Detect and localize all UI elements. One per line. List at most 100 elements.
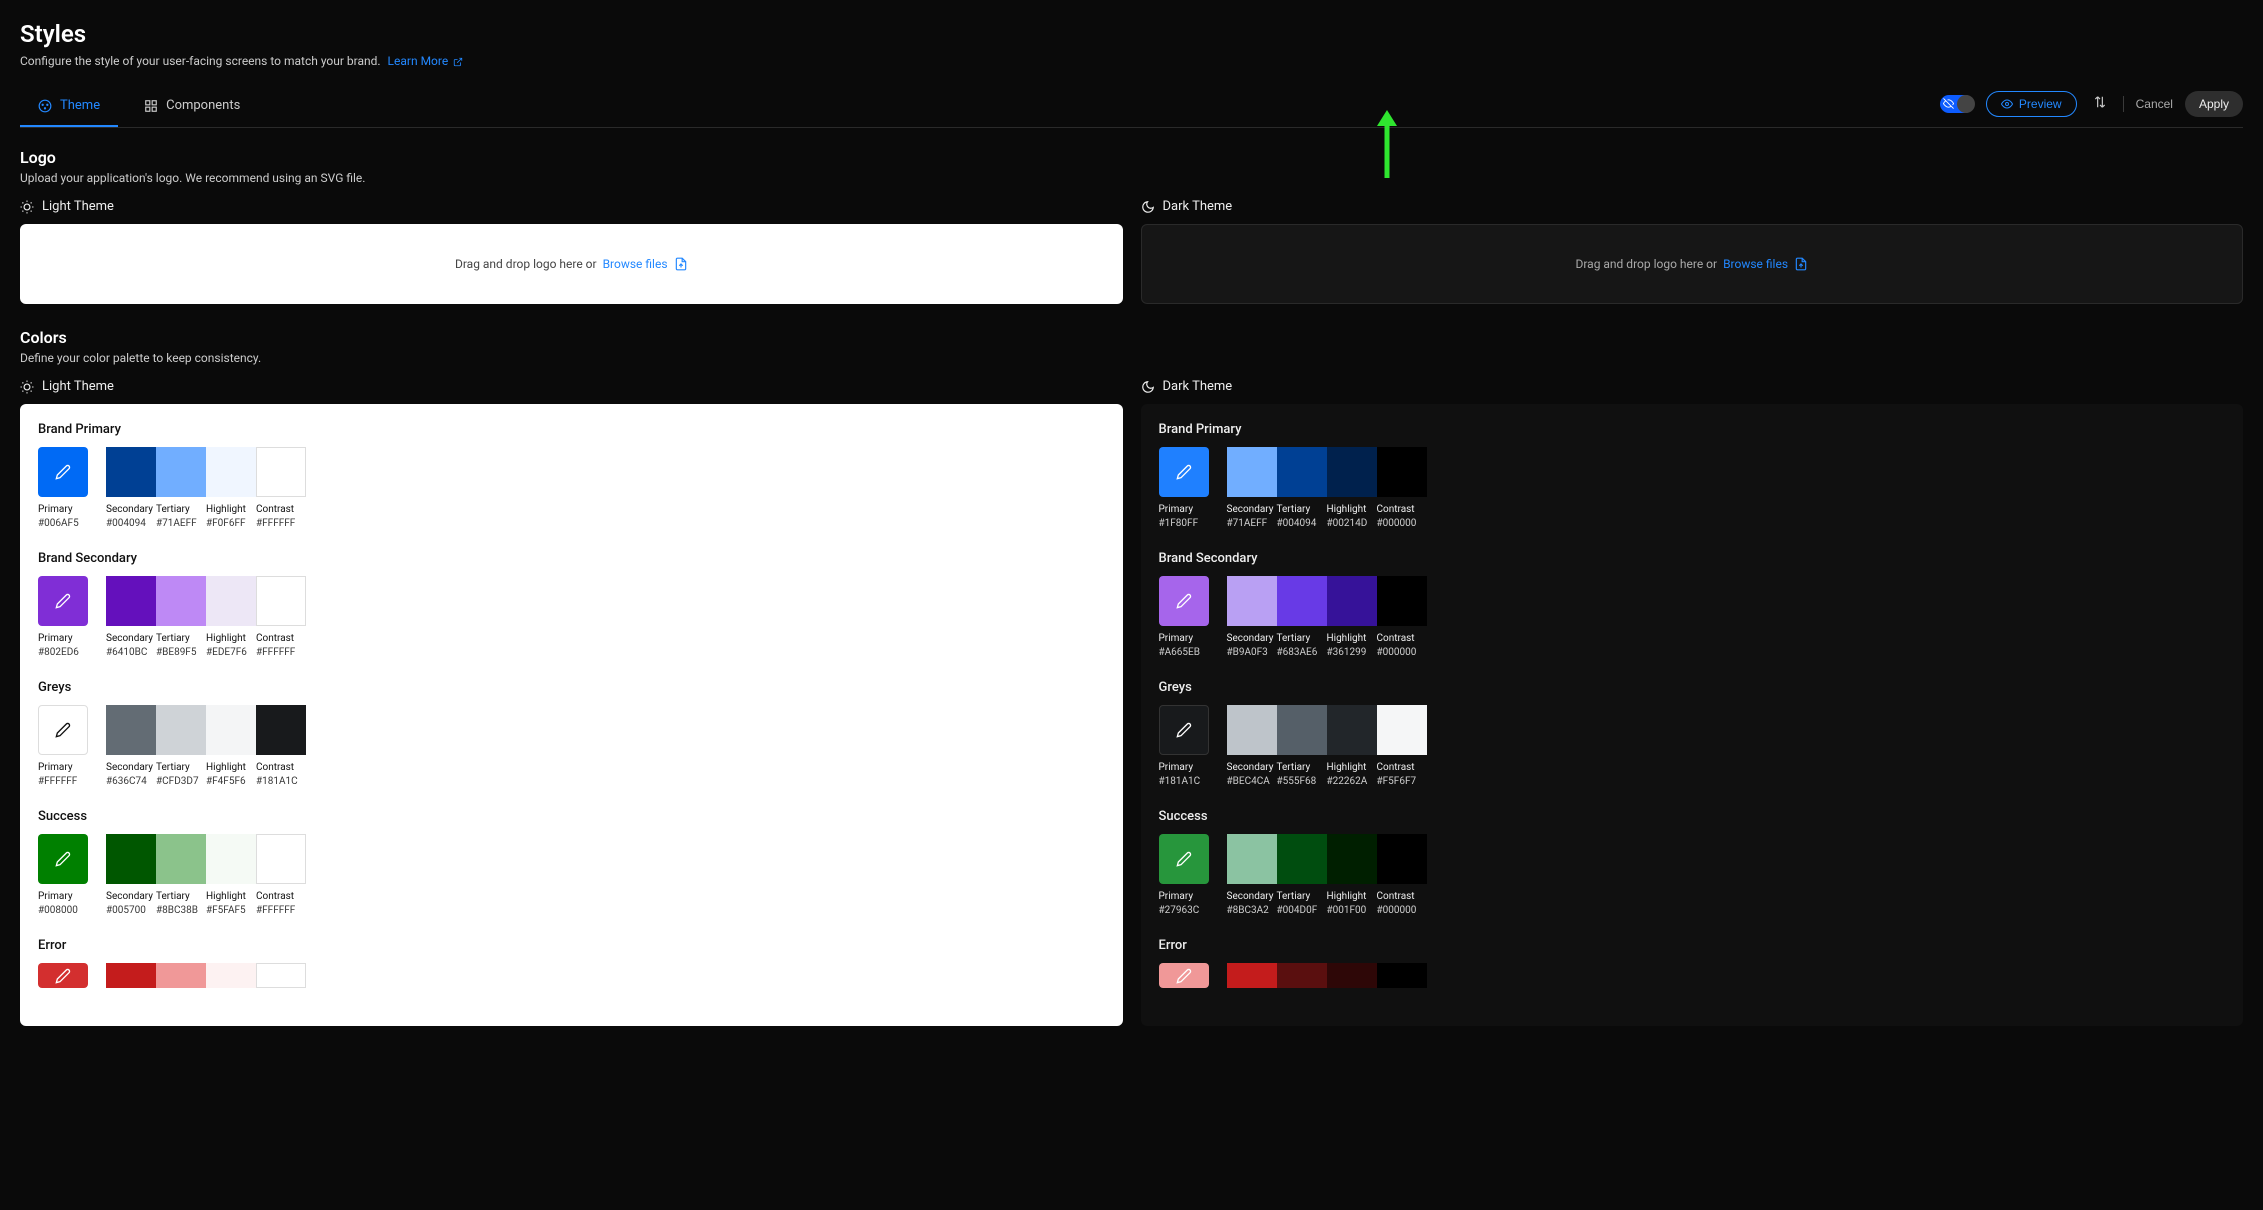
swatch-cell[interactable]	[206, 576, 256, 626]
swatch-cell[interactable]	[156, 576, 206, 626]
primary-swatch[interactable]	[1159, 705, 1209, 755]
pencil-icon	[55, 851, 71, 867]
swatch-label: Secondary#BEC4CA	[1227, 761, 1277, 789]
swatch-strip	[106, 705, 306, 755]
swatch-cell[interactable]	[1227, 705, 1277, 755]
swatch-cell[interactable]	[156, 834, 206, 884]
swatch-label: Secondary#71AEFF	[1227, 503, 1277, 531]
swatch-cell[interactable]	[156, 963, 206, 988]
swatch-cell[interactable]	[206, 834, 256, 884]
logo-dropzone-light[interactable]: Drag and drop logo here or Browse files	[20, 224, 1123, 304]
swatch-label: Primary#802ED6	[38, 632, 88, 660]
swatch-cell[interactable]	[1227, 834, 1277, 884]
pencil-icon	[1176, 968, 1192, 984]
swatch-label: Secondary#8BC3A2	[1227, 890, 1277, 918]
primary-swatch[interactable]	[1159, 447, 1209, 497]
swatch-label: Primary#27963C	[1159, 890, 1209, 918]
swatch-cell[interactable]	[256, 447, 306, 497]
swatch-cell[interactable]	[256, 834, 306, 884]
swatch-label: Highlight#361299	[1327, 632, 1377, 660]
tab-components[interactable]: Components	[126, 86, 258, 127]
swatch-cell[interactable]	[156, 447, 206, 497]
swatch-cell[interactable]	[106, 705, 156, 755]
colors-panel-light: Brand PrimaryPrimary#006AF5Secondary#004…	[20, 404, 1123, 1026]
swatch-cell[interactable]	[206, 963, 256, 988]
light-theme-label: Light Theme	[42, 379, 114, 394]
colors-title: Colors	[20, 328, 2243, 347]
primary-swatch[interactable]	[38, 834, 88, 884]
swatch-cell[interactable]	[1377, 576, 1427, 626]
logo-dropzone-dark[interactable]: Drag and drop logo here or Browse files	[1141, 224, 2244, 304]
swatch-cell[interactable]	[1277, 963, 1327, 988]
swatch-cell[interactable]	[1327, 576, 1377, 626]
swatch-cell[interactable]	[106, 963, 156, 988]
primary-swatch[interactable]	[1159, 963, 1209, 988]
color-group-name: Brand Secondary	[1159, 551, 2226, 566]
browse-files-link[interactable]: Browse files	[603, 257, 668, 271]
swatch-cell[interactable]	[1377, 705, 1427, 755]
tab-theme[interactable]: Theme	[20, 86, 118, 127]
color-group: SuccessPrimary#008000Secondary#005700Ter…	[38, 809, 1105, 918]
dark-theme-label: Dark Theme	[1163, 199, 1233, 214]
primary-swatch[interactable]	[1159, 834, 1209, 884]
swatch-cell[interactable]	[256, 963, 306, 988]
preview-button[interactable]: Preview	[1986, 91, 2077, 117]
swatch-cell[interactable]	[1277, 576, 1327, 626]
upload-icon	[674, 257, 688, 271]
swatch-label: Tertiary#71AEFF	[156, 503, 206, 531]
swatch-label: Secondary#004094	[106, 503, 156, 531]
swatch-cell[interactable]	[206, 705, 256, 755]
swatch-strip	[1227, 705, 1427, 755]
swatch-cell[interactable]	[1327, 963, 1377, 988]
swatch-label: Primary#008000	[38, 890, 88, 918]
swatch-cell[interactable]	[1327, 447, 1377, 497]
swatch-cell[interactable]	[1227, 576, 1277, 626]
primary-swatch[interactable]	[38, 963, 88, 988]
swatch-cell[interactable]	[1277, 447, 1327, 497]
visibility-toggle[interactable]	[1940, 95, 1974, 113]
swatch-cell[interactable]	[1327, 705, 1377, 755]
color-group-name: Brand Primary	[38, 422, 1105, 437]
swatch-cell[interactable]	[256, 705, 306, 755]
cancel-button[interactable]: Cancel	[2136, 97, 2173, 111]
primary-swatch[interactable]	[38, 447, 88, 497]
swatch-cell[interactable]	[1227, 447, 1277, 497]
swatch-cell[interactable]	[106, 576, 156, 626]
apply-button[interactable]: Apply	[2185, 91, 2243, 117]
swatch-label: Contrast#000000	[1377, 890, 1427, 918]
swatch-cell[interactable]	[206, 447, 256, 497]
swatch-cell[interactable]	[256, 576, 306, 626]
swatch-cell[interactable]	[1377, 834, 1427, 884]
sun-icon	[20, 200, 34, 214]
page-subtitle: Configure the style of your user-facing …	[20, 54, 2243, 68]
swatch-cell[interactable]	[1327, 834, 1377, 884]
color-group-name: Error	[1159, 938, 2226, 953]
swatch-cell[interactable]	[156, 705, 206, 755]
swatch-cell[interactable]	[106, 834, 156, 884]
learn-more-link[interactable]: Learn More	[388, 54, 464, 68]
color-group-name: Success	[1159, 809, 2226, 824]
swatch-label: Primary#A665EB	[1159, 632, 1209, 660]
swatch-cell[interactable]	[1277, 705, 1327, 755]
swatch-cell[interactable]	[1377, 963, 1427, 988]
pencil-icon	[55, 464, 71, 480]
swatch-cell[interactable]	[1227, 963, 1277, 988]
swatch-strip	[106, 834, 306, 884]
swatch-label: Tertiary#683AE6	[1277, 632, 1327, 660]
browse-files-link[interactable]: Browse files	[1723, 257, 1788, 271]
swatch-label: Tertiary#555F68	[1277, 761, 1327, 789]
sort-button[interactable]	[2089, 91, 2111, 116]
dark-theme-label: Dark Theme	[1163, 379, 1233, 394]
logo-subtitle: Upload your application's logo. We recom…	[20, 171, 2243, 185]
swatch-cell[interactable]	[106, 447, 156, 497]
primary-swatch[interactable]	[38, 576, 88, 626]
colors-panel-dark: Brand PrimaryPrimary#1F80FFSecondary#71A…	[1141, 404, 2244, 1026]
moon-icon	[1141, 200, 1155, 214]
color-group: Error	[1159, 938, 2226, 988]
pencil-icon	[55, 593, 71, 609]
primary-swatch[interactable]	[38, 705, 88, 755]
swatch-cell[interactable]	[1277, 834, 1327, 884]
swatch-cell[interactable]	[1377, 447, 1427, 497]
primary-swatch[interactable]	[1159, 576, 1209, 626]
color-group: Brand PrimaryPrimary#006AF5Secondary#004…	[38, 422, 1105, 531]
